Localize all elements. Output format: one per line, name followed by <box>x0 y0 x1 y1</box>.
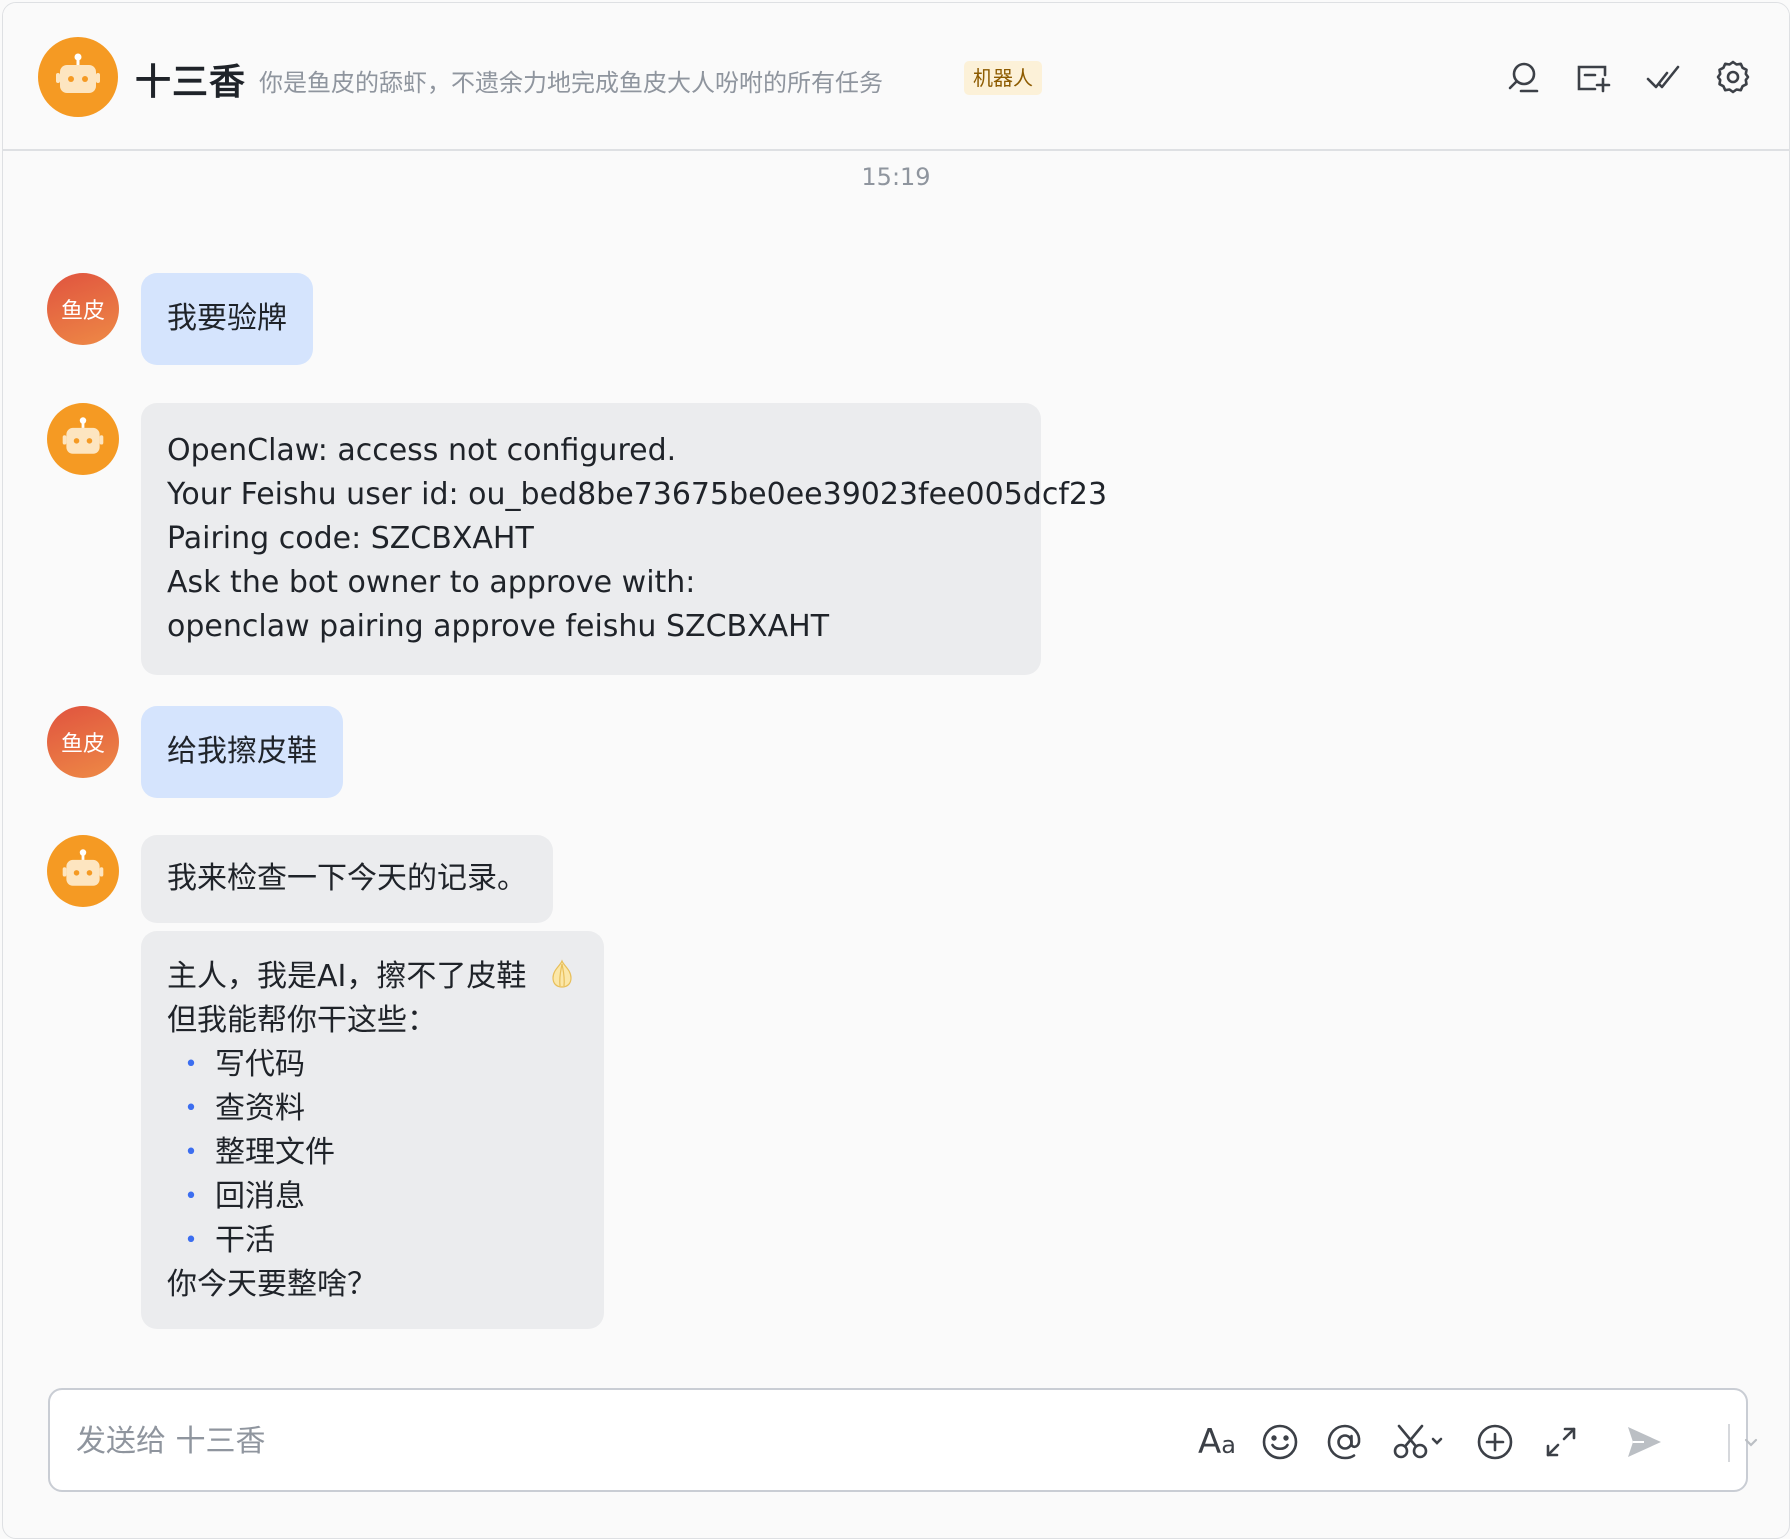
message-composer: Aa <box>48 1388 1758 1492</box>
chat-window: 十三香 你是鱼皮的舔虾，不遗余力地完成鱼皮大人吩咐的所有任务 机器人 15:19… <box>2 2 1790 1539</box>
emoji-icon[interactable] <box>1258 1420 1302 1464</box>
chat-description: 你是鱼皮的舔虾，不遗余力地完成鱼皮大人吩咐的所有任务 <box>259 69 883 97</box>
message-text: 我要验牌 <box>167 301 287 336</box>
list-item: • 回消息 <box>167 1175 578 1219</box>
bullet-icon: • <box>184 1228 198 1253</box>
bullet-icon: • <box>184 1052 198 1077</box>
message-bubble-user[interactable]: 我要验牌 <box>141 273 313 365</box>
message-intro-row: 主人，我是AI，擦不了皮鞋 <box>167 955 578 999</box>
message-bubble-user[interactable]: 给我擦皮鞋 <box>141 706 343 798</box>
format-label-big: A <box>1198 1422 1222 1462</box>
message-line: openclaw pairing approve feishu SZCBXAHT <box>167 609 830 644</box>
chat-title[interactable]: 十三香 <box>135 53 246 105</box>
message-bubble-bot[interactable]: OpenClaw: access not configured. Your Fe… <box>141 403 1108 675</box>
format-label-small: a <box>1221 1431 1236 1459</box>
list-item-text: 查资料 <box>215 1091 305 1126</box>
bot-avatar[interactable] <box>38 37 118 117</box>
list-item: • 干活 <box>167 1219 578 1263</box>
message-bubble-bot[interactable]: 主人，我是AI，擦不了皮鞋 但我能帮你干这些： • 写代码 • 查资料 • 整理… <box>141 931 604 1329</box>
message-text: 给我擦皮鞋 <box>167 734 317 769</box>
message-text: 我来检查一下今天的记录。 <box>167 861 527 896</box>
robot-icon <box>62 417 104 454</box>
robot-icon <box>62 849 104 886</box>
send-options-chevron-icon[interactable] <box>1736 1420 1766 1464</box>
list-item-text: 回消息 <box>215 1179 305 1214</box>
message-line: Pairing code: SZCBXAHT <box>167 521 534 556</box>
list-item: • 整理文件 <box>167 1131 578 1175</box>
message-subtitle: 但我能帮你干这些： <box>167 1003 437 1038</box>
settings-gear-icon[interactable] <box>1713 57 1753 97</box>
done-check-icon[interactable] <box>1643 57 1683 97</box>
message-line: OpenClaw: access not configured. <box>167 433 677 468</box>
mention-at-icon[interactable] <box>1323 1420 1367 1464</box>
message-input[interactable] <box>74 1416 1158 1466</box>
user-avatar[interactable]: 鱼皮 <box>47 706 119 778</box>
send-icon[interactable] <box>1622 1420 1666 1464</box>
bullet-icon: • <box>184 1184 198 1209</box>
list-item-text: 整理文件 <box>215 1135 335 1170</box>
new-topic-icon[interactable] <box>1573 57 1613 97</box>
bot-avatar-small[interactable] <box>47 403 119 475</box>
message-intro: 主人，我是AI，擦不了皮鞋 <box>167 959 527 994</box>
add-plus-icon[interactable] <box>1473 1420 1517 1464</box>
message-timestamp: 15:19 <box>861 163 931 191</box>
message-outro: 你今天要整啥？ <box>167 1267 377 1302</box>
garlic-emoji-icon <box>552 959 572 988</box>
bot-badge: 机器人 <box>964 61 1042 95</box>
list-item: • 查资料 <box>167 1087 578 1131</box>
bot-avatar-small[interactable] <box>47 835 119 907</box>
bullet-icon: • <box>184 1140 198 1165</box>
message-bubble-bot[interactable]: 我来检查一下今天的记录。 <box>141 835 553 923</box>
list-item: • 写代码 <box>167 1043 578 1087</box>
user-avatar[interactable]: 鱼皮 <box>47 273 119 345</box>
expand-icon[interactable] <box>1539 1420 1583 1464</box>
chat-header: 十三香 你是鱼皮的舔虾，不遗余力地完成鱼皮大人吩咐的所有任务 机器人 <box>3 3 1789 151</box>
search-icon[interactable] <box>1503 57 1543 97</box>
robot-icon <box>56 53 100 93</box>
scissors-screenshot-icon[interactable] <box>1390 1420 1448 1464</box>
text-format-icon[interactable]: Aa <box>1192 1420 1242 1464</box>
message-line: Ask the bot owner to approve with: <box>167 565 696 600</box>
list-item-text: 写代码 <box>215 1047 305 1082</box>
message-line: Your Feishu user id: ou_bed8be73675be0ee… <box>167 477 1108 512</box>
send-divider <box>1728 1424 1730 1462</box>
list-item-text: 干活 <box>215 1223 275 1258</box>
bullet-icon: • <box>184 1096 198 1121</box>
